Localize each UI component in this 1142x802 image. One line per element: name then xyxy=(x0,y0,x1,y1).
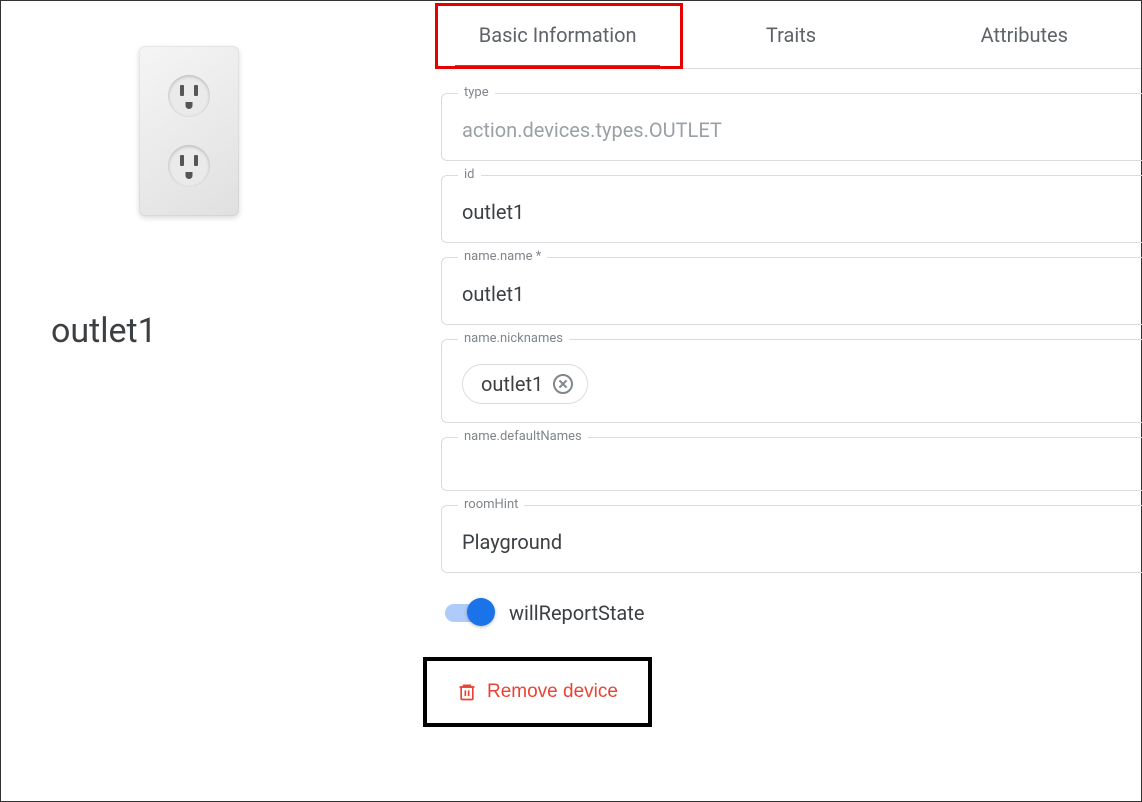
field-roomhint[interactable]: roomHint Playground xyxy=(441,505,1142,573)
fields-area: type action.devices.types.OUTLET id outl… xyxy=(441,69,1141,727)
field-type[interactable]: type action.devices.types.OUTLET xyxy=(441,93,1142,161)
field-label: name.defaultNames xyxy=(458,429,588,444)
toggle-label: willReportState xyxy=(509,601,644,625)
field-label: type xyxy=(458,85,495,100)
field-label: id xyxy=(458,167,481,182)
tab-traits[interactable]: Traits xyxy=(674,1,907,68)
device-title: outlet1 xyxy=(51,311,157,351)
toggle-willreportstate[interactable] xyxy=(445,604,491,622)
field-id[interactable]: id outlet1 xyxy=(441,175,1142,243)
field-value: outlet1 xyxy=(462,200,1123,224)
tab-label: Basic Information xyxy=(479,23,637,47)
nickname-chip[interactable]: outlet1 xyxy=(462,364,588,404)
field-label: name.name * xyxy=(458,249,547,264)
field-name-name[interactable]: name.name * outlet1 xyxy=(441,257,1142,325)
remove-chip-icon[interactable] xyxy=(553,374,573,394)
field-value: action.devices.types.OUTLET xyxy=(462,118,1123,142)
device-preview-panel: outlet1 xyxy=(1,1,441,801)
field-label: name.nicknames xyxy=(458,331,569,346)
remove-device-highlight: Remove device xyxy=(423,657,652,727)
tab-attributes[interactable]: Attributes xyxy=(908,1,1141,68)
outlet-icon xyxy=(139,46,239,216)
tabs-bar: Basic Information Traits Attributes xyxy=(441,1,1141,69)
chip-label: outlet1 xyxy=(481,372,543,396)
field-value: outlet1 xyxy=(462,282,1123,306)
toggle-willreportstate-row: willReportState xyxy=(441,587,1141,639)
remove-device-button[interactable]: Remove device xyxy=(457,681,618,703)
remove-device-label: Remove device xyxy=(487,681,618,703)
field-value: Playground xyxy=(462,530,1123,554)
tab-label: Traits xyxy=(766,23,816,47)
field-name-defaultnames[interactable]: name.defaultNames xyxy=(441,437,1142,491)
trash-icon xyxy=(457,681,477,703)
tab-basic-information[interactable]: Basic Information xyxy=(441,1,674,68)
field-name-nicknames[interactable]: name.nicknames outlet1 xyxy=(441,339,1142,423)
tab-label: Attributes xyxy=(981,23,1068,47)
field-label: roomHint xyxy=(458,497,524,512)
